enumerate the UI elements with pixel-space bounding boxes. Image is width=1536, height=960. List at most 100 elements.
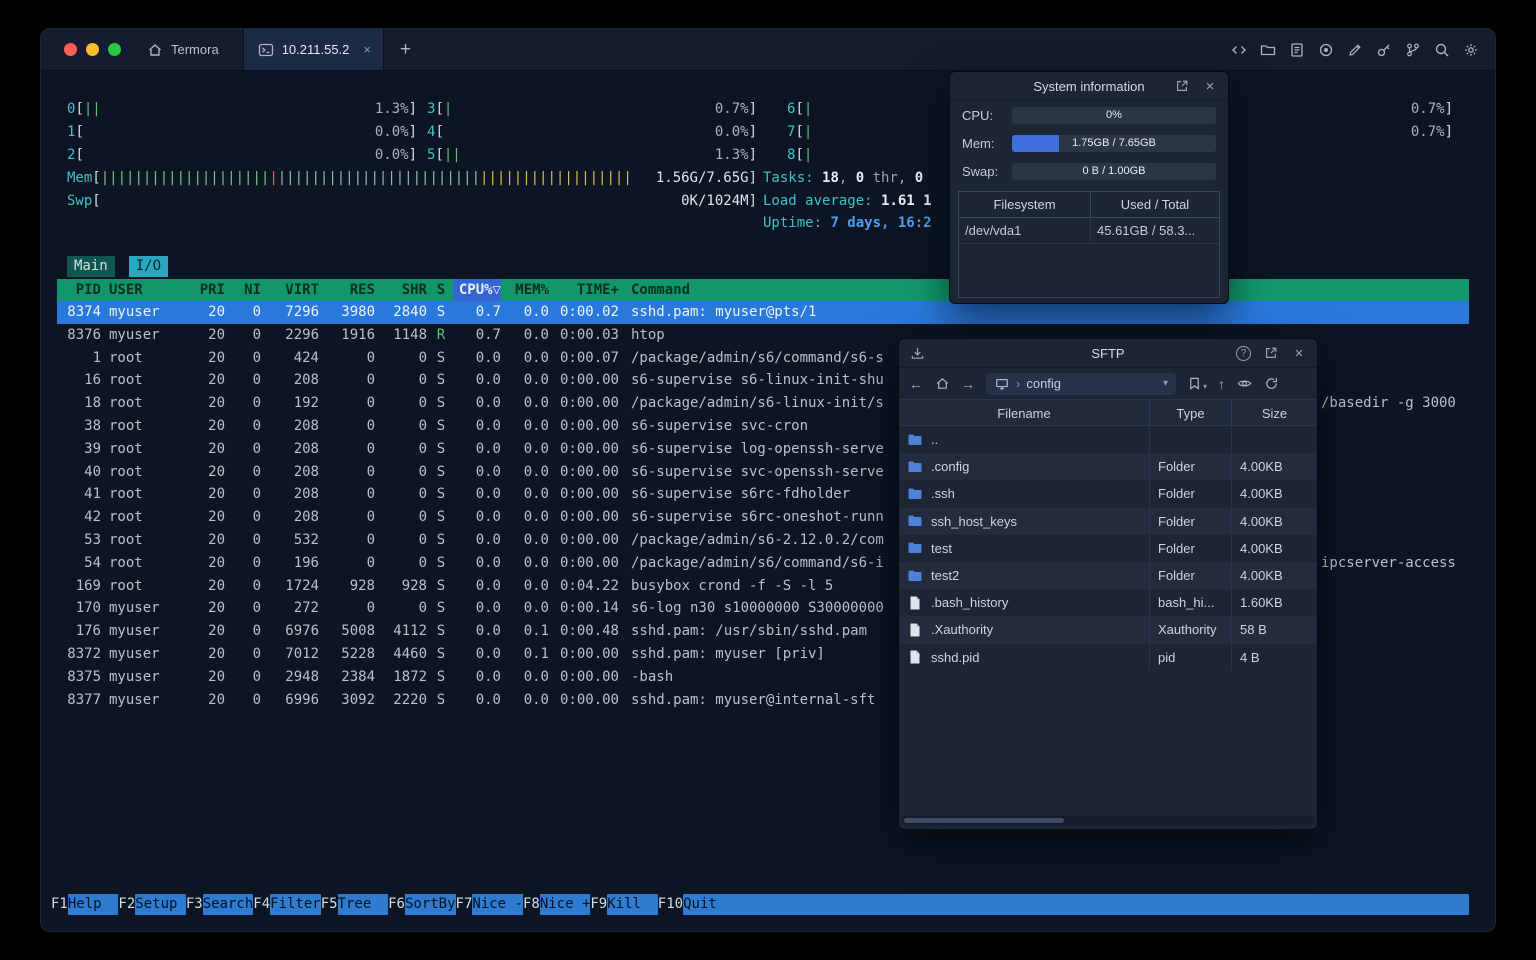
search-icon[interactable] <box>1434 42 1450 58</box>
file-row-.bash_history[interactable]: .bash_history bash_hi... 1.60KB <box>899 589 1317 617</box>
cell-ni: 0 <box>252 463 261 480</box>
branch-icon[interactable] <box>1405 42 1421 58</box>
close-tab-icon[interactable]: × <box>363 42 371 57</box>
folder-icon[interactable] <box>1260 42 1276 58</box>
filesystem-row[interactable]: /dev/vda1 45.61GB / 58.3... <box>959 218 1219 244</box>
path-segment-config[interactable]: config <box>1026 376 1061 391</box>
file-row-.config[interactable]: .config Folder 4.00KB <box>899 453 1317 481</box>
fs-column-filesystem[interactable]: Filesystem <box>959 192 1091 217</box>
gear-icon[interactable] <box>1463 42 1479 58</box>
file-row-ssh_host_keys[interactable]: ssh_host_keys Folder 4.00KB <box>899 507 1317 535</box>
up-arrow-icon[interactable]: ↑ <box>1218 377 1225 391</box>
cell-mem: 0.0 <box>523 554 549 571</box>
cell-time: 0:00.00 <box>559 486 619 503</box>
column-header-ni[interactable]: NI <box>233 279 261 301</box>
cell-cpu: 0.0 <box>475 486 501 503</box>
open-in-window-icon[interactable] <box>1263 345 1279 361</box>
cell-user: myuser <box>109 691 160 708</box>
fkey-label-f3[interactable]: Search <box>202 894 254 915</box>
chevron-down-icon[interactable]: ▾ <box>1163 378 1168 389</box>
fkey-label-f5[interactable]: Tree <box>337 894 389 915</box>
column-header-time[interactable]: TIME+ <box>557 279 619 301</box>
file-row-test[interactable]: test Folder 4.00KB <box>899 534 1317 562</box>
back-icon[interactable]: ← <box>909 377 923 391</box>
file-row-.Xauthority[interactable]: .Xauthority Xauthority 58 B <box>899 616 1317 644</box>
new-tab-button[interactable]: + <box>384 29 411 71</box>
column-header-pid[interactable]: PID <box>57 279 101 301</box>
fs-column-used-total[interactable]: Used / Total <box>1091 192 1219 217</box>
close-window-button[interactable] <box>64 43 77 56</box>
file-row-sshd.pid[interactable]: sshd.pid pid 4 B <box>899 643 1317 671</box>
meter-value: 1.75GB / 7.65GB <box>1072 136 1156 149</box>
file-row-.ssh[interactable]: .ssh Folder 4.00KB <box>899 480 1317 508</box>
help-icon[interactable]: ? <box>1236 345 1251 361</box>
home-icon[interactable] <box>934 376 950 392</box>
tab-termora-home[interactable]: Termora <box>133 29 243 70</box>
fkey-f4[interactable]: F4 <box>253 894 270 915</box>
fkey-f6[interactable]: F6 <box>388 894 405 915</box>
eye-icon[interactable] <box>1236 376 1252 392</box>
cell-virt: 208 <box>293 417 319 434</box>
cell-cpu: 0.0 <box>475 440 501 457</box>
refresh-icon[interactable] <box>1263 376 1279 392</box>
column-header-res[interactable]: RES <box>327 279 375 301</box>
fkey-label-f8[interactable]: Nice + <box>539 894 591 915</box>
cell-user: root <box>109 554 143 571</box>
close-icon[interactable]: × <box>1291 345 1307 361</box>
cell-shr: 0 <box>418 509 427 526</box>
fkey-f9[interactable]: F9 <box>590 894 607 915</box>
key-icon[interactable] <box>1376 42 1392 58</box>
fkey-label-f1[interactable]: Help <box>67 894 119 915</box>
column-type[interactable]: Type <box>1150 400 1232 425</box>
open-in-window-icon[interactable] <box>1174 78 1190 94</box>
column-header-mem[interactable]: MEM% <box>507 279 549 301</box>
fkey-label-f9[interactable]: Kill <box>607 894 658 915</box>
fkey-f5[interactable]: F5 <box>321 894 338 915</box>
column-size[interactable]: Size <box>1232 400 1317 425</box>
fkey-f7[interactable]: F7 <box>456 894 473 915</box>
cell-s: S <box>436 645 446 662</box>
column-filename[interactable]: Filename <box>899 400 1150 425</box>
path-breadcrumb[interactable]: › config ▾ <box>986 372 1176 395</box>
fkey-f8[interactable]: F8 <box>523 894 540 915</box>
tab-io[interactable]: I/O <box>128 256 169 277</box>
fkey-f3[interactable]: F3 <box>186 894 203 915</box>
code-icon[interactable] <box>1231 42 1247 58</box>
column-header-s[interactable]: S <box>435 279 447 301</box>
column-header-cpu[interactable]: CPU%▽ <box>453 279 501 301</box>
tab-session[interactable]: 10.211.55.2 × <box>242 29 384 70</box>
minimize-window-button[interactable] <box>86 43 99 56</box>
file-row-..[interactable]: .. <box>899 426 1317 454</box>
cell-s: S <box>436 417 446 434</box>
fkey-f2[interactable]: F2 <box>118 894 135 915</box>
file-row-test2[interactable]: test2 Folder 4.00KB <box>899 561 1317 590</box>
cell-user: root <box>109 440 143 457</box>
column-header-virt[interactable]: VIRT <box>269 279 319 301</box>
fkey-f1[interactable]: F1 <box>51 894 68 915</box>
column-header-pri[interactable]: PRI <box>189 279 225 301</box>
fkey-f10[interactable]: F10 <box>658 894 683 915</box>
fkey-label-f7[interactable]: Nice - <box>472 894 523 915</box>
fkey-label-f4[interactable]: Filter <box>270 894 321 915</box>
forward-icon[interactable]: → <box>961 377 975 391</box>
fkey-label-f2[interactable]: Setup <box>135 894 186 915</box>
tab-main[interactable]: Main <box>67 256 115 277</box>
download-icon[interactable] <box>909 345 925 361</box>
column-header-user[interactable]: USER <box>109 279 181 301</box>
file-table-header: Filename Type Size <box>899 399 1317 426</box>
fkey-label-f10[interactable]: Quit <box>683 894 1469 915</box>
sftp-titlebar: SFTP ? × <box>899 339 1317 368</box>
horizontal-scrollbar[interactable] <box>902 816 1314 825</box>
scrollbar-thumb[interactable] <box>904 818 1064 823</box>
log-icon[interactable] <box>1289 42 1305 58</box>
cell-user: myuser <box>109 668 160 685</box>
column-header-shr[interactable]: SHR <box>383 279 427 301</box>
process-row-8374[interactable]: 8374 myuser 20 0 7296 3980 2840 S 0.7 0.0 0:00.02 s… <box>57 301 1469 324</box>
bookmark-icon[interactable]: ▾ <box>1187 376 1207 391</box>
fkey-label-f6[interactable]: SortBy <box>404 894 456 915</box>
edit-icon[interactable] <box>1347 42 1363 58</box>
close-icon[interactable]: × <box>1202 78 1218 94</box>
record-icon[interactable] <box>1318 42 1334 58</box>
zoom-window-button[interactable] <box>108 43 121 56</box>
cell-s: S <box>436 349 446 366</box>
